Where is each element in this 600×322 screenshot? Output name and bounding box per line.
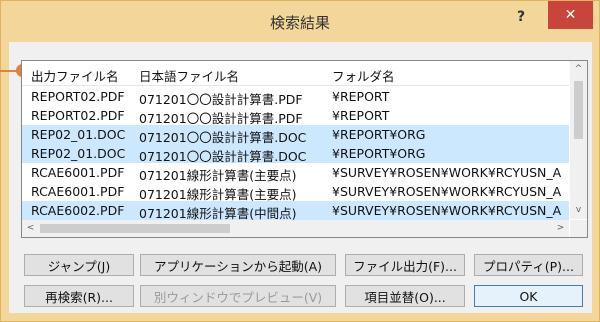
ok-button[interactable]: OK	[474, 285, 583, 307]
cell-folder: ¥REPORT	[332, 108, 390, 123]
cell-folder: ¥SURVEY¥ROSEN¥WORK¥RCYUSN_A	[332, 184, 562, 199]
list-row[interactable]: REPORT02.PDF 071201〇〇設計計算書.PDF ¥REPORT	[22, 106, 569, 126]
scroll-left-arrow-icon[interactable]: <	[22, 220, 39, 237]
properties-button[interactable]: プロパティ(P)...	[474, 254, 583, 276]
cell-output-file: RCAE6001.PDF	[31, 184, 125, 199]
list-row[interactable]: RCAE6001.PDF 071201線形計算書(主要点) ¥SURVEY¥RO…	[22, 163, 569, 183]
vertical-scroll-thumb[interactable]	[574, 81, 583, 139]
jump-button[interactable]: ジャンプ(J)	[24, 254, 134, 276]
column-header-japanese-file[interactable]: 日本語ファイル名	[139, 66, 329, 85]
dialog-title: 検索結果	[269, 14, 330, 32]
cell-output-file: RCAE6002.PDF	[31, 203, 125, 218]
file-output-button[interactable]: ファイル出力(F)...	[345, 254, 465, 276]
horizontal-scrollbar[interactable]: < >	[22, 220, 569, 237]
scroll-right-arrow-icon[interactable]: >	[552, 220, 569, 237]
close-icon: ✕	[564, 7, 577, 23]
title-bar: 検索結果 ? ✕	[1, 1, 599, 41]
list-row-selected[interactable]: REP02_01.DOC 071201〇〇設計計算書.DOC ¥REPORT¥O…	[22, 144, 569, 164]
list-header: 出力ファイル名 日本語ファイル名 フォルダ名	[22, 61, 569, 86]
vertical-scrollbar[interactable]: ^ v	[570, 61, 587, 219]
launch-app-button[interactable]: アプリケーションから起動(A)	[140, 254, 336, 276]
cell-output-file: REP02_01.DOC	[31, 146, 126, 161]
cell-folder: ¥REPORT¥ORG	[332, 146, 426, 161]
cell-output-file: REPORT02.PDF	[31, 108, 125, 123]
scroll-up-arrow-icon[interactable]: ^	[570, 61, 587, 78]
cell-output-file: REP02_01.DOC	[31, 127, 126, 142]
close-button[interactable]: ✕	[548, 1, 593, 29]
scrollbar-corner	[570, 220, 587, 237]
column-header-output-file[interactable]: 出力ファイル名	[31, 66, 135, 85]
column-header-folder[interactable]: フォルダ名	[332, 66, 568, 85]
list-row[interactable]: RCAE6001.PDF 071201線形計算書(主要点) ¥SURVEY¥RO…	[22, 182, 569, 202]
horizontal-scroll-thumb[interactable]	[40, 224, 230, 233]
results-list[interactable]: 出力ファイル名 日本語ファイル名 フォルダ名 REPORT02.PDF 0712…	[21, 60, 588, 238]
list-row[interactable]: REPORT02.PDF 071201〇〇設計計算書.PDF ¥REPORT	[22, 87, 569, 107]
list-row-selected[interactable]: REP02_01.DOC 071201〇〇設計計算書.DOC ¥REPORT¥O…	[22, 125, 569, 145]
research-button[interactable]: 再検索(R)...	[24, 285, 134, 307]
list-rows: REPORT02.PDF 071201〇〇設計計算書.PDF ¥REPORT R…	[22, 87, 569, 221]
cell-folder: ¥REPORT¥ORG	[332, 127, 426, 142]
cell-output-file: RCAE6001.PDF	[31, 165, 125, 180]
preview-button[interactable]: 別ウィンドウでプレビュー(V)	[140, 285, 336, 307]
cell-folder: ¥SURVEY¥ROSEN¥WORK¥RCYUSN_A	[332, 165, 562, 180]
list-row-selected[interactable]: RCAE6002.PDF 071201線形計算書(中間点) ¥SURVEY¥RO…	[22, 201, 569, 221]
scroll-down-arrow-icon[interactable]: v	[570, 202, 587, 219]
sort-columns-button[interactable]: 項目並替(O)...	[345, 285, 465, 307]
cell-folder: ¥SURVEY¥ROSEN¥WORK¥RCYUSN_A	[332, 203, 562, 218]
cell-output-file: REPORT02.PDF	[31, 89, 125, 104]
cell-folder: ¥REPORT	[332, 89, 390, 104]
help-button[interactable]: ?	[511, 9, 531, 27]
